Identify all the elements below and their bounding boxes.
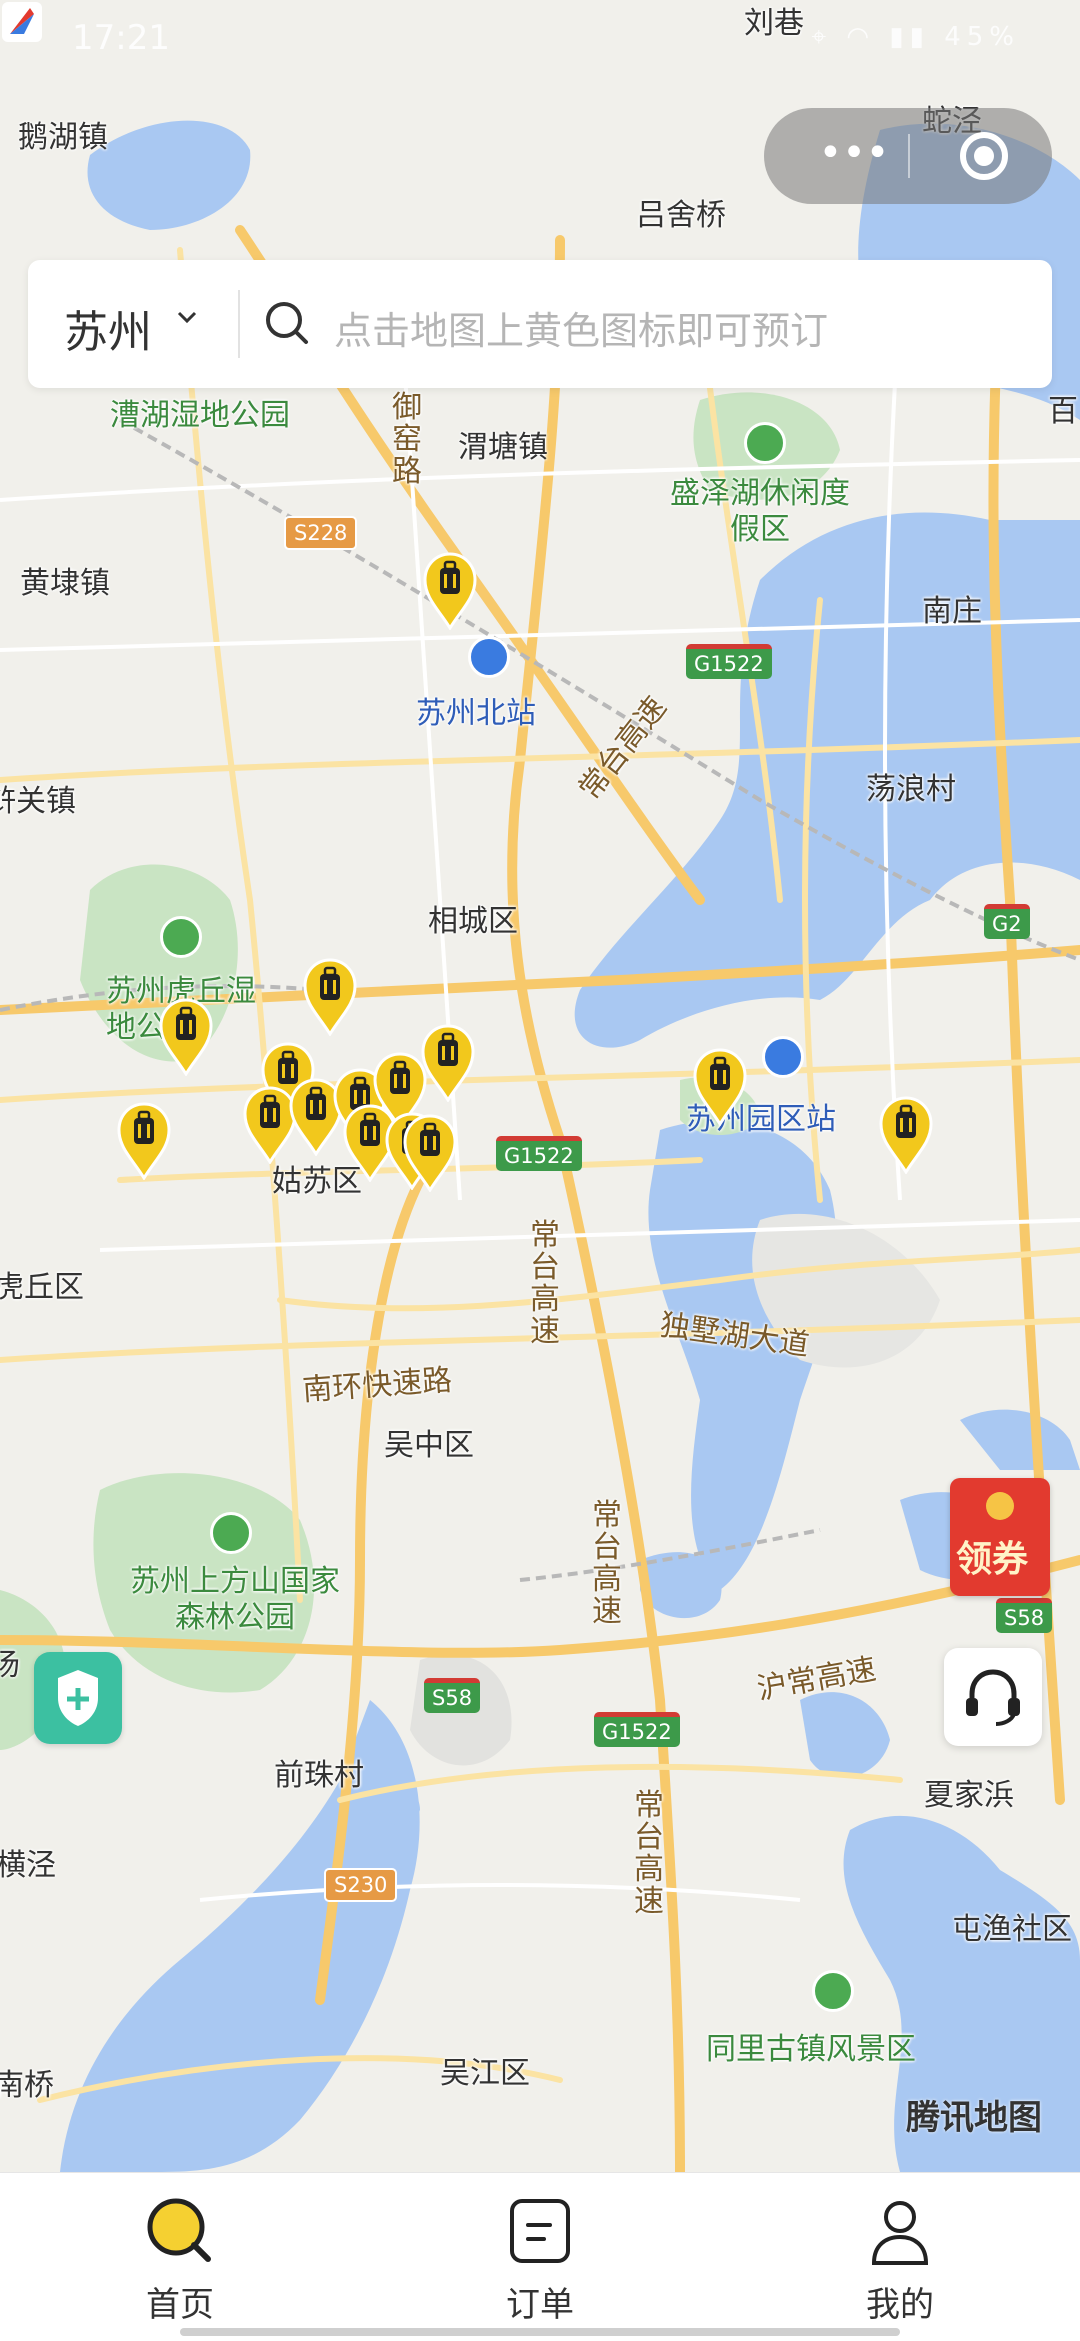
tab-orders[interactable]: 订单 [440,2193,640,2333]
map-label: 同里古镇风景区 [706,2032,916,2067]
luggage-storage-pin[interactable] [877,1094,935,1174]
more-button[interactable]: ••• [794,130,914,182]
status-time: 17:21 [72,18,170,58]
scenic-spot-icon [210,1512,252,1554]
map-label: 屯渔社区 [952,1912,1072,1947]
map-label: 吕舍桥 [636,198,726,233]
status-icons: ⌖ ◠ ▮▮ 45% [811,22,1020,53]
capsule-divider [908,134,910,178]
search-icon [266,302,308,344]
map-label: 漕湖湿地公园 [110,398,290,433]
luggage-storage-pin[interactable] [419,1022,477,1102]
miniprogram-capsule: ••• [764,108,1052,204]
user-icon [871,2201,929,2265]
coupon-button[interactable]: 领券 [950,1478,1050,1596]
map-label: 吴江区 [440,2056,530,2091]
map-label: 盛泽湖休闲度假区 [670,476,850,547]
map-label: 浒关镇 [0,784,76,819]
road-label: 常台高速 [592,1498,622,1629]
road-shield: S228 [284,516,358,550]
shield-plus-icon [58,1670,98,1726]
search-bar: 苏州 点击地图上黄色图标即可预订 [28,260,1052,388]
map-label: 前珠村 [274,1758,364,1793]
road-shield: S230 [324,1868,398,1902]
map-label: 鹅湖镇 [18,120,108,155]
tab-profile[interactable]: 我的 [800,2193,1000,2333]
map-label: 南桥 [0,2068,54,2103]
road-label: 常台高速 [634,1788,664,1919]
close-miniprogram-button[interactable] [960,132,1008,180]
map-label: 夏家浜 [924,1778,1014,1813]
chevron-down-icon[interactable] [176,306,198,328]
luggage-icon [159,998,213,1076]
park-icon [160,916,202,958]
map-label: 百 [1048,394,1078,429]
bottom-tab-bar: 首页 订单 我的 [0,2172,1080,2341]
search-input[interactable]: 点击地图上黄色图标即可预订 [334,300,828,355]
map-label: 吴中区 [384,1428,474,1463]
order-icon [510,2199,570,2263]
luggage-storage-pin[interactable] [157,996,215,1076]
luggage-icon [879,1096,933,1174]
wifi-icon: ◠ [846,22,876,52]
coupon-seal-icon [986,1492,1014,1520]
train-station-icon [762,1036,804,1078]
scenic-spot-icon [744,422,786,464]
safety-button[interactable] [34,1652,122,1744]
road-label: 常台高速 [530,1218,560,1349]
road-shield: S58 [996,1598,1053,1633]
customer-service-button[interactable] [944,1648,1042,1746]
status-bar: 17:21 ⌖ ◠ ▮▮ 45% [0,0,1080,80]
road-shield: G1522 [594,1712,680,1747]
map-label: 苏州上方山国家森林公园 [130,1564,340,1635]
coupon-label: 领券 [956,1539,1029,1580]
map-label: 苏州北站 [416,696,536,731]
map-label: 相城区 [428,904,518,939]
map-label: 渭塘镇 [458,430,548,465]
road-label: 御窑路 [392,390,422,489]
map-label: 汤 [0,1648,20,1683]
map-label: 荡浪村 [866,772,956,807]
search-icon [147,2198,211,2262]
luggage-icon [117,1102,171,1180]
battery-level: 45% [944,22,1020,52]
map-label: 虎丘区 [0,1270,84,1305]
luggage-icon [423,552,477,630]
map-label: 黄埭镇 [20,566,110,601]
location-icon: ⌖ [811,22,833,52]
luggage-storage-pin[interactable] [115,1100,173,1180]
map-label: 横泾 [0,1848,56,1883]
luggage-storage-pin[interactable] [401,1112,459,1192]
search-divider [238,290,240,358]
road-shield: G2 [984,904,1030,939]
road-shield: G1522 [496,1136,582,1171]
luggage-icon [403,1114,457,1192]
luggage-storage-pin[interactable] [421,550,479,630]
home-indicator [180,2328,900,2336]
headset-icon [966,1669,1020,1726]
luggage-storage-pin[interactable] [301,956,359,1036]
city-selector[interactable]: 苏州 [64,296,152,360]
scenic-spot-icon [812,1970,854,2012]
luggage-storage-pin[interactable] [691,1046,749,1126]
map-attribution: 腾讯地图 [906,2098,1042,2138]
train-station-icon [468,636,510,678]
tab-label: 订单 [506,2285,574,2325]
tab-label: 我的 [866,2285,934,2325]
luggage-icon [303,958,357,1036]
signal-icon: ▮▮ [889,22,930,52]
road-shield: S58 [424,1678,481,1713]
tab-label: 首页 [146,2285,214,2325]
tab-home[interactable]: 首页 [80,2193,280,2333]
road-shield: G1522 [686,644,772,679]
luggage-icon [693,1048,747,1126]
luggage-icon [421,1024,475,1102]
map-label: 南庄 [922,594,982,629]
